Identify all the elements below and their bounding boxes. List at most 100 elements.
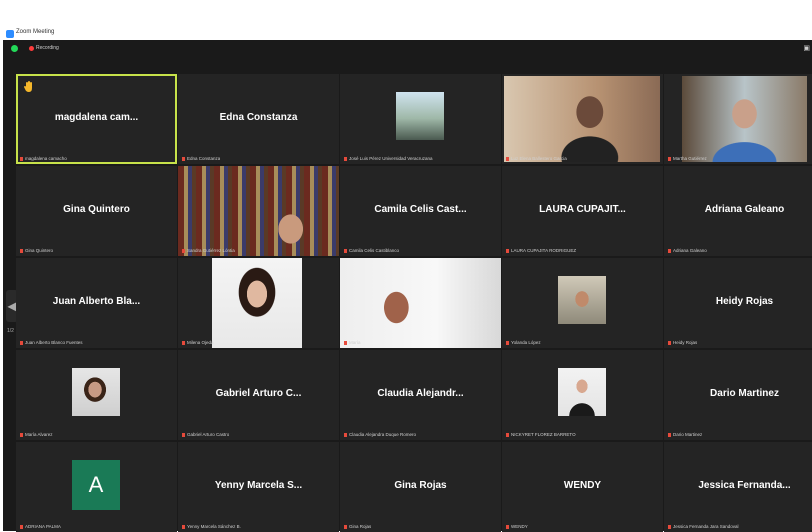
muted-mic-icon bbox=[506, 156, 509, 161]
recording-dot-icon bbox=[29, 46, 34, 51]
participant-tile[interactable]: Yenny Marcela S... Yenny Marcela Sánchez … bbox=[178, 442, 339, 532]
participant-tile[interactable]: NICKYRET FLOREZ BARRETO bbox=[502, 350, 663, 440]
participant-name-label: Claudia Alejandra Duque Romero bbox=[344, 432, 416, 437]
muted-mic-icon bbox=[344, 248, 347, 253]
participant-name-label: Heidy Rojas bbox=[668, 340, 697, 345]
muted-mic-icon bbox=[20, 524, 23, 529]
participant-video bbox=[396, 92, 444, 140]
participant-name-label: María bbox=[344, 340, 361, 345]
muted-mic-icon bbox=[344, 156, 347, 161]
muted-mic-icon bbox=[182, 432, 185, 437]
muted-mic-icon bbox=[506, 248, 509, 253]
participant-name-label: Edna Constanza bbox=[182, 156, 220, 161]
muted-mic-icon bbox=[20, 248, 23, 253]
participant-tile[interactable]: Dario Martinez Dario Martinez bbox=[664, 350, 812, 440]
participant-tile[interactable]: Luz Elena Ballestero Garcia bbox=[502, 74, 663, 164]
participant-name-label: María Alvarez bbox=[20, 432, 53, 437]
participant-display-name: Gina Rojas bbox=[394, 480, 447, 491]
participant-video bbox=[682, 76, 807, 162]
participant-name-label: Gina Rojas bbox=[344, 524, 371, 529]
security-shield-icon[interactable] bbox=[11, 45, 18, 52]
muted-mic-icon bbox=[506, 524, 509, 529]
participant-name-label: Sandra Gutiérrez Lóntia bbox=[182, 248, 235, 253]
participant-display-name: WENDY bbox=[563, 480, 602, 491]
participant-name-label: NICKYRET FLOREZ BARRETO bbox=[506, 432, 576, 437]
participant-name-label: Gabriel Arturo Castro bbox=[182, 432, 229, 437]
participant-tile[interactable]: Gabriel Arturo C... Gabriel Arturo Castro bbox=[178, 350, 339, 440]
participant-name-label: Yolanda López bbox=[506, 340, 541, 345]
participant-display-name: Claudia Alejandr... bbox=[377, 388, 464, 399]
participant-video bbox=[72, 368, 120, 416]
participant-tile[interactable]: Edna Constanza Edna Constanza bbox=[178, 74, 339, 164]
participant-tile[interactable]: Gina Quintero Gina Quintero bbox=[16, 166, 177, 256]
participant-tile[interactable]: María bbox=[340, 258, 501, 348]
participant-name-label: Gina Quintero bbox=[20, 248, 53, 253]
participant-video bbox=[558, 276, 606, 324]
participant-display-name: Heidy Rojas bbox=[715, 296, 774, 307]
participant-tile[interactable]: Heidy Rojas Heidy Rojas bbox=[664, 258, 812, 348]
participant-tile[interactable]: WENDY WENDY bbox=[502, 442, 663, 532]
meeting-window: Recording ▣ ◀ 1/2 magdalena cam... magdal… bbox=[3, 40, 812, 532]
muted-mic-icon bbox=[344, 524, 347, 529]
muted-mic-icon bbox=[344, 432, 347, 437]
participant-name-label: Jessica Fernanda Jara Sandoval bbox=[668, 524, 739, 529]
participant-tile[interactable]: Sandra Gutiérrez Lóntia bbox=[178, 166, 339, 256]
muted-mic-icon bbox=[182, 340, 185, 345]
participant-name-label: Martha Gutiérrez bbox=[668, 156, 707, 161]
page-indicator: 1/2 bbox=[7, 328, 14, 334]
view-icon[interactable]: ▣ bbox=[803, 44, 810, 52]
muted-mic-icon bbox=[20, 340, 23, 345]
participant-display-name: Jessica Fernanda... bbox=[698, 480, 791, 491]
window-title: Zoom Meeting bbox=[16, 29, 55, 35]
raised-hand-icon bbox=[24, 80, 34, 92]
recording-label[interactable]: Recording bbox=[36, 45, 59, 51]
participant-display-name: Gabriel Arturo C... bbox=[215, 388, 302, 399]
participant-tile[interactable]: Jessica Fernanda... Jessica Fernanda Jara… bbox=[664, 442, 812, 532]
participant-tile[interactable]: Juan Alberto Bla... Juan Alberto Blanco F… bbox=[16, 258, 177, 348]
participant-name-label: LAURA CUPAJITA RODRIGUEZ bbox=[506, 248, 576, 253]
participant-tile[interactable]: LAURA CUPAJIT... LAURA CUPAJITA RODRIGUEZ bbox=[502, 166, 663, 256]
muted-mic-icon bbox=[506, 340, 509, 345]
window-titlebar: Zoom Meeting bbox=[0, 0, 812, 40]
participant-tile[interactable]: Camila Celis Cast... Camila Celis Castibl… bbox=[340, 166, 501, 256]
muted-mic-icon bbox=[182, 524, 185, 529]
muted-mic-icon bbox=[182, 156, 185, 161]
muted-mic-icon bbox=[668, 432, 671, 437]
participant-name-label: Adriana Galeano bbox=[668, 248, 707, 253]
muted-mic-icon bbox=[668, 248, 671, 253]
muted-mic-icon bbox=[20, 432, 23, 437]
participant-tile[interactable]: magdalena cam... magdalena camacho bbox=[16, 74, 177, 164]
participant-tile[interactable]: Milena Ojeda bbox=[178, 258, 339, 348]
participant-name-label: magdalena camacho bbox=[20, 156, 67, 161]
participant-display-name: Yenny Marcela S... bbox=[214, 480, 303, 491]
muted-mic-icon bbox=[182, 248, 185, 253]
participant-display-name: LAURA CUPAJIT... bbox=[539, 204, 626, 215]
participant-tile[interactable]: A ADRIANA PALMA bbox=[16, 442, 177, 532]
meeting-topbar: Recording ▣ bbox=[3, 40, 812, 57]
participant-name-label: Dario Martinez bbox=[668, 432, 702, 437]
participant-name-label: Milena Ojeda bbox=[182, 340, 214, 345]
participant-display-name: Dario Martinez bbox=[710, 388, 779, 399]
participant-video bbox=[558, 368, 606, 416]
participant-name-label: Juan Alberto Blanco Fuentes bbox=[20, 340, 83, 345]
participant-tile[interactable]: Adriana Galeano Adriana Galeano bbox=[664, 166, 812, 256]
participant-tile[interactable]: María Alvarez bbox=[16, 350, 177, 440]
participant-video bbox=[504, 76, 660, 162]
zoom-app-icon bbox=[6, 30, 14, 38]
muted-mic-icon bbox=[344, 340, 347, 345]
participant-display-name: Juan Alberto Bla... bbox=[52, 296, 141, 307]
muted-mic-icon bbox=[506, 432, 509, 437]
participant-tile[interactable]: Gina Rojas Gina Rojas bbox=[340, 442, 501, 532]
participant-display-name: Adriana Galeano bbox=[704, 204, 785, 215]
participant-display-name: Edna Constanza bbox=[219, 112, 298, 123]
participant-tile[interactable]: Martha Gutiérrez bbox=[664, 74, 812, 164]
participant-name-label: WENDY bbox=[506, 524, 528, 529]
muted-mic-icon bbox=[668, 524, 671, 529]
participant-tile[interactable]: Claudia Alejandr... Claudia Alejandra Duq… bbox=[340, 350, 501, 440]
participant-tile[interactable]: José Luis Pérez Universidad Veracruzana bbox=[340, 74, 501, 164]
muted-mic-icon bbox=[20, 156, 23, 161]
participant-name-label: ADRIANA PALMA bbox=[20, 524, 61, 529]
muted-mic-icon bbox=[668, 156, 671, 161]
participant-name-label: Yenny Marcela Sánchez B. bbox=[182, 524, 241, 529]
participant-tile[interactable]: Yolanda López bbox=[502, 258, 663, 348]
